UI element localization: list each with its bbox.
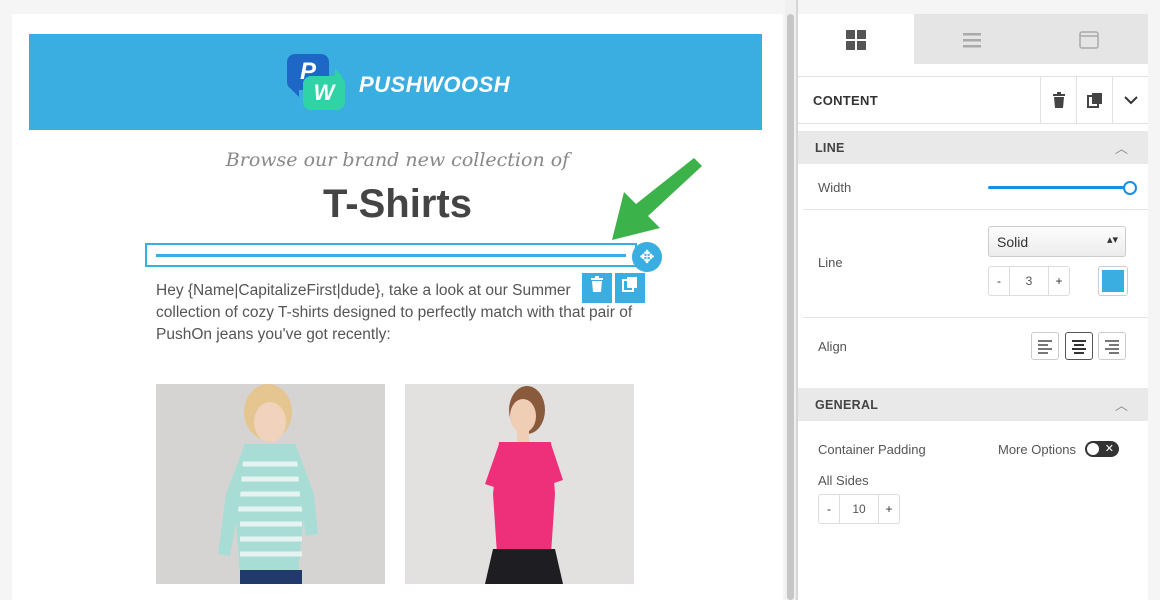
align-left-button[interactable] bbox=[1031, 332, 1059, 360]
properties-panel: CONTENT LINE ︿ Width Line Solid ▴▾ - 3 +… bbox=[798, 14, 1148, 600]
line-color-picker[interactable] bbox=[1098, 266, 1128, 296]
tab-content[interactable] bbox=[798, 14, 914, 64]
grid-icon bbox=[846, 29, 866, 50]
chevron-down-icon bbox=[1124, 96, 1138, 105]
align-right-button[interactable] bbox=[1098, 332, 1126, 360]
width-slider-track[interactable] bbox=[988, 186, 1128, 189]
line-color-swatch bbox=[1102, 270, 1124, 292]
line-thickness-decrement[interactable]: - bbox=[989, 267, 1010, 295]
panel-tabs bbox=[798, 14, 1148, 64]
line-thickness-stepper[interactable]: - 3 + bbox=[988, 266, 1070, 296]
product-image-tshirt-pink[interactable] bbox=[405, 384, 634, 584]
padding-stepper[interactable]: - 10 + bbox=[818, 494, 900, 524]
line-style-select[interactable]: Solid ▴▾ bbox=[988, 226, 1126, 257]
email-body: P W PUSHWOOSH Browse our brand new colle… bbox=[12, 14, 783, 600]
pushwoosh-logo: P W PUSHWOOSH bbox=[287, 54, 527, 112]
canvas-scroll-thumb[interactable] bbox=[787, 14, 794, 600]
padding-increment[interactable]: + bbox=[878, 495, 899, 523]
all-sides-label: All Sides bbox=[818, 473, 869, 488]
window-icon bbox=[1079, 30, 1099, 49]
toggle-knob bbox=[1087, 443, 1099, 455]
align-center-button[interactable] bbox=[1065, 332, 1093, 360]
collapse-panel-button[interactable] bbox=[1112, 77, 1149, 123]
align-label: Align bbox=[818, 339, 847, 354]
general-section-title: GENERAL bbox=[815, 398, 879, 412]
tab-settings[interactable] bbox=[1030, 14, 1148, 64]
header-banner[interactable]: P W PUSHWOOSH bbox=[29, 34, 762, 130]
logo-text: PUSHWOOSH bbox=[359, 72, 511, 97]
delete-content-button[interactable] bbox=[1040, 77, 1077, 123]
select-arrows-icon: ▴▾ bbox=[1106, 234, 1118, 246]
padding-decrement[interactable]: - bbox=[819, 495, 840, 523]
width-label: Width bbox=[818, 180, 852, 195]
width-slider-handle[interactable] bbox=[1123, 181, 1137, 195]
chevron-up-icon: ︿ bbox=[1114, 398, 1128, 413]
line-section-header[interactable]: LINE ︿ bbox=[798, 131, 1148, 164]
padding-value[interactable]: 10 bbox=[839, 495, 879, 523]
rows-icon bbox=[963, 32, 981, 48]
green-arrow-icon bbox=[612, 158, 702, 240]
content-title: CONTENT bbox=[813, 93, 878, 108]
selected-line-block[interactable] bbox=[145, 243, 637, 267]
more-options-label: More Options bbox=[998, 442, 1077, 457]
chevron-up-icon: ︿ bbox=[1114, 141, 1128, 156]
line-label: Line bbox=[818, 255, 843, 270]
logo-w-bubble: W bbox=[303, 69, 345, 110]
row-divider bbox=[803, 209, 1148, 210]
general-section-header[interactable]: GENERAL ︿ bbox=[798, 388, 1148, 421]
toggle-off-icon: ✕ bbox=[1104, 443, 1114, 455]
line-style-value: Solid bbox=[997, 234, 1029, 250]
tab-rows[interactable] bbox=[914, 14, 1030, 64]
line-thickness-increment[interactable]: + bbox=[1048, 267, 1069, 295]
canvas-scrollbar[interactable] bbox=[785, 0, 796, 600]
duplicate-icon bbox=[1087, 92, 1102, 108]
duplicate-content-button[interactable] bbox=[1076, 77, 1113, 123]
container-padding-label: Container Padding bbox=[818, 442, 926, 457]
email-canvas: P W PUSHWOOSH Browse our brand new colle… bbox=[0, 0, 783, 600]
email-body-text[interactable]: Hey {Name|CapitalizeFirst|dude}, take a … bbox=[156, 280, 636, 346]
product-image-tshirt-striped[interactable] bbox=[156, 384, 385, 584]
more-options-toggle[interactable]: ✕ bbox=[1085, 441, 1119, 457]
trash-icon bbox=[1053, 91, 1065, 108]
line-section-title: LINE bbox=[815, 141, 845, 155]
horizontal-rule bbox=[156, 254, 626, 257]
line-thickness-value[interactable]: 3 bbox=[1009, 267, 1049, 295]
content-header: CONTENT bbox=[798, 76, 1148, 124]
row-divider bbox=[803, 317, 1148, 318]
